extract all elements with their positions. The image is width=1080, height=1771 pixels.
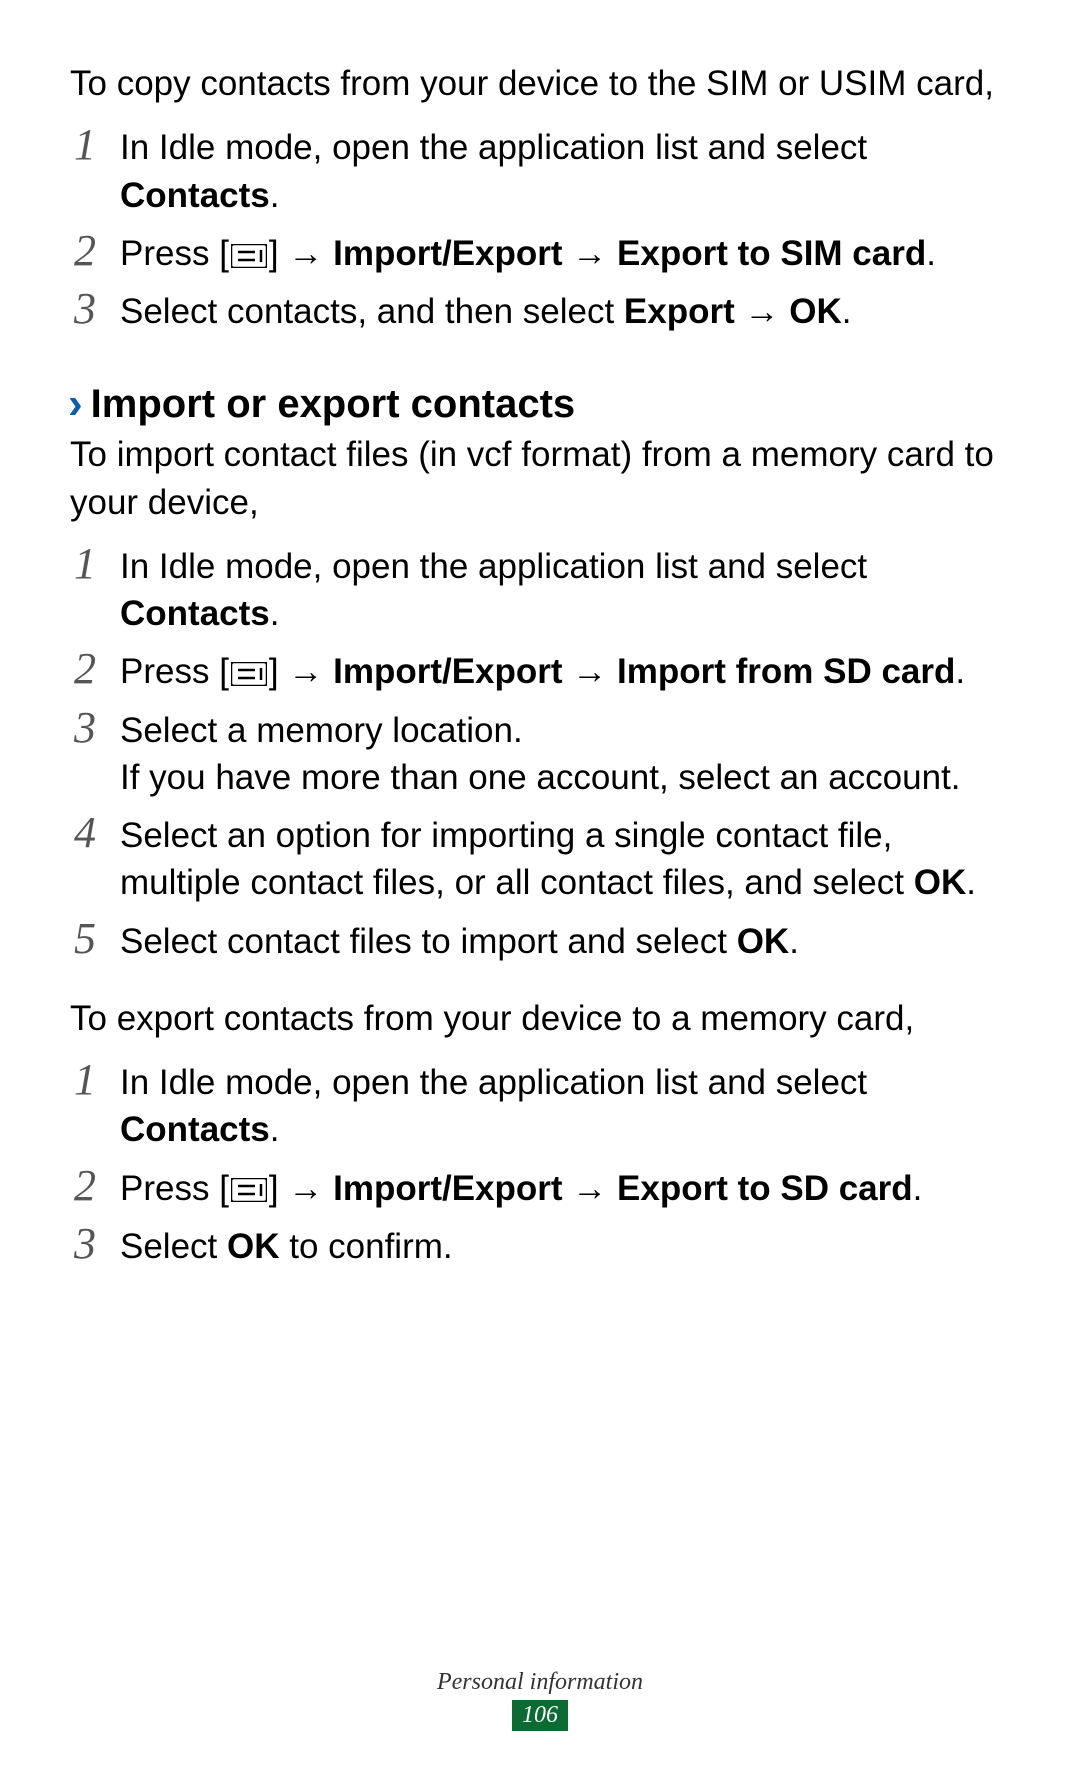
step-number: 1 <box>70 1056 120 1104</box>
step-text: . <box>842 292 852 331</box>
step-number: 1 <box>70 121 120 169</box>
intro-paragraph-export: To export contacts from your device to a… <box>70 995 1010 1042</box>
step-number: 5 <box>70 915 120 963</box>
step-text: In Idle mode, open the application list … <box>120 1063 867 1102</box>
step-number: 3 <box>70 1220 120 1268</box>
list-item: 1 In Idle mode, open the application lis… <box>70 121 1010 219</box>
step-text: . <box>955 652 965 691</box>
step-body: In Idle mode, open the application list … <box>120 540 1010 638</box>
step-number: 2 <box>70 1162 120 1210</box>
step-text: ] → <box>269 652 333 691</box>
list-item: 2 Press [ ] → Import/Export → Import from… <box>70 645 1010 695</box>
ok-label: OK <box>914 863 967 902</box>
step-body: Press [ ] → Import/Export → Import from S… <box>120 645 1010 695</box>
list-item: 2 Press [ ] → Import/Export → Export to S… <box>70 227 1010 277</box>
step-body: Select a memory location. If you have mo… <box>120 704 1010 802</box>
list-item: 1 In Idle mode, open the application lis… <box>70 540 1010 638</box>
step-text: Select contact files to import and selec… <box>120 922 737 961</box>
step-number: 3 <box>70 704 120 752</box>
step-body: Select contact files to import and selec… <box>120 915 1010 965</box>
contacts-label: Contacts <box>120 1110 270 1149</box>
import-export-label: Import/Export <box>333 1169 562 1208</box>
chevron-right-icon: › <box>68 382 83 426</box>
step-body: Select an option for importing a single … <box>120 809 1010 907</box>
step-text: ] → <box>269 1169 333 1208</box>
intro-paragraph-copy-to-sim: To copy contacts from your device to the… <box>70 60 1010 107</box>
section-heading-import-export: › Import or export contacts <box>70 377 1010 431</box>
step-body: Press [ ] → Import/Export → Export to SD … <box>120 1162 1010 1212</box>
step-text: → <box>563 1169 617 1208</box>
heading-text: Import or export contacts <box>91 377 576 431</box>
step-number: 2 <box>70 227 120 275</box>
step-body: In Idle mode, open the application list … <box>120 121 1010 219</box>
contacts-label: Contacts <box>120 176 270 215</box>
menu-icon <box>231 1178 267 1202</box>
list-item: 3 Select OK to confirm. <box>70 1220 1010 1270</box>
export-to-sd-label: Export to SD card <box>617 1169 913 1208</box>
step-number: 1 <box>70 540 120 588</box>
step-body: In Idle mode, open the application list … <box>120 1056 1010 1154</box>
import-export-label: Import/Export <box>333 652 562 691</box>
step-text: Select <box>120 1227 227 1266</box>
step-text: Press [ <box>120 234 229 273</box>
step-text: Select contacts, and then select <box>120 292 624 331</box>
step-list-export: 1 In Idle mode, open the application lis… <box>70 1056 1010 1270</box>
step-text: ] → <box>269 234 333 273</box>
menu-icon <box>231 244 267 268</box>
list-item: 3 Select contacts, and then select Expor… <box>70 285 1010 335</box>
footer-section-label: Personal information <box>0 1669 1080 1696</box>
page-footer: Personal information 106 <box>0 1669 1080 1731</box>
step-text: In Idle mode, open the application list … <box>120 547 867 586</box>
list-item: 4 Select an option for importing a singl… <box>70 809 1010 907</box>
contacts-label: Contacts <box>120 594 270 633</box>
export-to-sim-label: Export to SIM card <box>617 234 926 273</box>
step-body: Select OK to confirm. <box>120 1220 1010 1270</box>
step-text: In Idle mode, open the application list … <box>120 128 867 167</box>
step-text: . <box>789 922 799 961</box>
step-number: 4 <box>70 809 120 857</box>
export-label: Export <box>624 292 735 331</box>
step-body: Select contacts, and then select Export … <box>120 285 1010 335</box>
step-text: Select an option for importing a single … <box>120 816 914 902</box>
menu-icon <box>231 662 267 686</box>
step-text: → <box>563 652 617 691</box>
page-number: 106 <box>512 1700 568 1731</box>
step-text: . <box>966 863 976 902</box>
step-text: . <box>270 594 280 633</box>
step-text: Press [ <box>120 1169 229 1208</box>
step-list-copy-to-sim: 1 In Idle mode, open the application lis… <box>70 121 1010 335</box>
ok-label: OK <box>789 292 842 331</box>
step-text: Press [ <box>120 652 229 691</box>
step-number: 2 <box>70 645 120 693</box>
import-export-label: Import/Export <box>333 234 562 273</box>
step-text: . <box>270 1110 280 1149</box>
list-item: 1 In Idle mode, open the application lis… <box>70 1056 1010 1154</box>
list-item: 3 Select a memory location. If you have … <box>70 704 1010 802</box>
step-text: to confirm. <box>280 1227 453 1266</box>
import-from-sd-label: Import from SD card <box>617 652 955 691</box>
intro-paragraph-import: To import contact files (in vcf format) … <box>70 431 1010 526</box>
ok-label: OK <box>737 922 790 961</box>
step-number: 3 <box>70 285 120 333</box>
list-item: 2 Press [ ] → Import/Export → Export to S… <box>70 1162 1010 1212</box>
list-item: 5 Select contact files to import and sel… <box>70 915 1010 965</box>
page-content: To copy contacts from your device to the… <box>70 60 1010 1270</box>
step-text: → <box>563 234 617 273</box>
ok-label: OK <box>227 1227 280 1266</box>
step-text: . <box>913 1169 923 1208</box>
step-text: . <box>926 234 936 273</box>
step-text: → <box>735 292 789 331</box>
step-text: Select a memory location. <box>120 707 1010 754</box>
step-body: Press [ ] → Import/Export → Export to SIM… <box>120 227 1010 277</box>
step-list-import: 1 In Idle mode, open the application lis… <box>70 540 1010 965</box>
step-text: . <box>270 176 280 215</box>
step-text: If you have more than one account, selec… <box>120 754 1010 801</box>
